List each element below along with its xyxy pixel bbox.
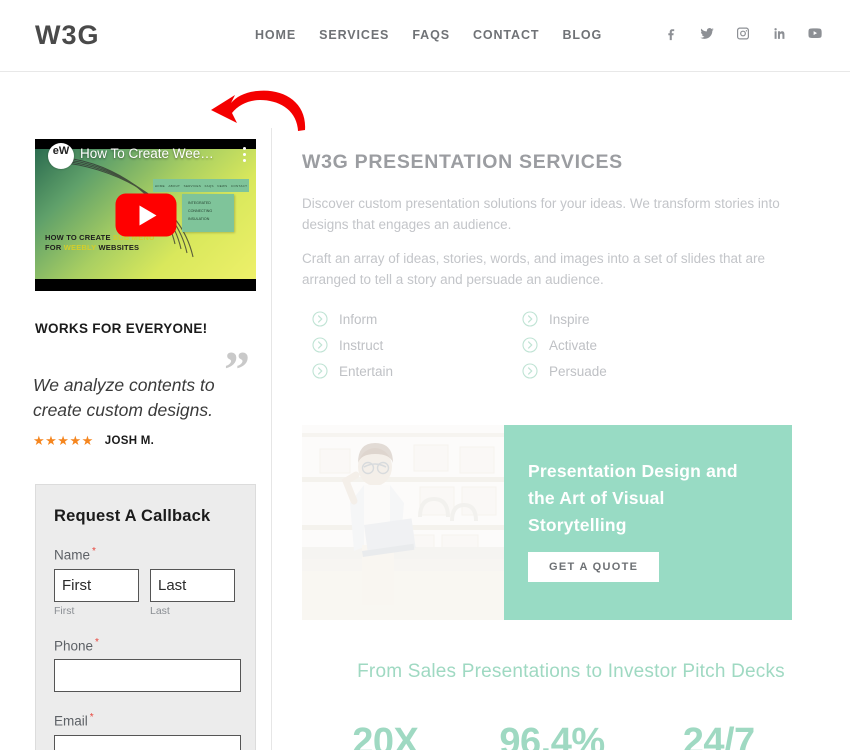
chevron-right-circle-icon [522,363,538,379]
video-mock-navbar: HOME ABOUT SERVICES FAQS NEWS CONTACT [153,179,249,192]
social-links [663,25,823,42]
promo-banner: Presentation Design and the Art of Visua… [302,425,792,620]
sidebar-column: HOME ABOUT SERVICES FAQS NEWS CONTACT INTEGRA… [0,73,271,750]
last-name-group: Last [150,568,235,617]
name-label: Name * [54,546,237,563]
testimonial-heading: WORKS FOR EVERYONE! [35,321,208,336]
intro-paragraph-2: Craft an array of ideas, stories, words,… [302,251,765,287]
channel-avatar[interactable]: eW [48,143,74,169]
promo-photo-illustration [302,425,504,620]
instagram-icon[interactable] [735,25,751,42]
video-caption-highlight-2: WEEBLY [63,243,97,252]
promo-green-panel: Presentation Design and the Art of Visua… [504,425,792,620]
main-navigation: HOME SERVICES FAQS CONTACT BLOG [255,28,602,42]
nav-item-blog[interactable]: BLOG [562,28,602,42]
last-name-sublabel: Last [150,604,170,617]
first-name-group: First [54,568,139,617]
star-rating-icon: ★★★★★ [33,433,94,448]
page-title: W3G PRESENTATION SERVICES [302,151,623,173]
twitter-icon[interactable] [699,25,715,42]
name-field-row: First Last [54,568,237,617]
from-sales-heading: From Sales Presentations to Investor Pit… [357,661,785,682]
video-title[interactable]: How To Create Wee… [80,146,214,161]
feature-label: Persuade [549,363,607,379]
feature-label: Inspire [549,311,590,327]
feature-item-instruct[interactable]: Instruct [312,332,522,358]
feature-label: Instruct [339,337,384,353]
feature-item-inform[interactable]: Inform [312,306,522,332]
intro-paragraph-1: Discover custom presentation solutions f… [302,196,780,232]
column-divider [271,128,272,750]
feature-col-left-2: Instruct [312,332,522,358]
name-label-text: Name [54,547,91,563]
email-input[interactable] [54,734,241,750]
facebook-icon[interactable] [663,25,679,42]
video-caption-pre2: FOR [45,243,64,252]
feature-item-activate[interactable]: Activate [522,332,732,358]
feature-col-left-3: Entertain [312,358,522,384]
stats-row: 20X 96.4% 24/7 [302,721,802,750]
nav-item-contact[interactable]: CONTACT [473,28,539,42]
chevron-right-circle-icon [312,337,328,353]
promo-heading: Presentation Design and the Art of Visua… [528,461,738,535]
feature-item-persuade[interactable]: Persuade [522,358,732,384]
required-asterisk: * [89,712,94,723]
required-asterisk: * [95,636,99,648]
feature-row-2: Instruct Activate [312,332,732,358]
kebab-menu-icon[interactable] [243,147,246,165]
video-caption-post: WEBSITES [96,243,140,252]
feature-label: Inform [339,311,378,327]
phone-label: Phone * [54,637,237,654]
form-title: Request A Callback [54,507,211,525]
stat-value-1: 20X [352,721,419,750]
phone-input[interactable] [54,659,241,692]
feature-col-right-3: Persuade [522,358,732,384]
feature-label: Activate [549,337,598,353]
play-button-icon[interactable] [115,193,176,237]
first-name-sublabel: First [54,604,75,617]
email-label: Email * [54,712,237,729]
chevron-right-circle-icon [312,363,328,379]
feature-item-entertain[interactable]: Entertain [312,358,522,384]
testimonial-quote: We analyze contents to create custom des… [33,375,215,420]
required-asterisk: * [92,546,96,557]
stat-value-3: 24/7 [682,721,755,750]
request-callback-form: Request A Callback Name* First Last Phon… [35,484,256,750]
feature-row-3: Entertain Persuade [312,358,732,384]
get-a-quote-button[interactable]: GET A QUOTE [528,552,660,582]
feature-col-right-2: Activate [522,332,732,358]
chevron-right-circle-icon [522,337,538,353]
first-name-input[interactable] [54,568,139,602]
phone-label-text: Phone [54,638,94,653]
feature-label: Entertain [339,363,394,379]
video-caption-pre: HOW TO CREATE [45,233,113,242]
video-mock-dropdown: INTEGRATED CONNECTING INSULATION [182,194,234,232]
stat-value-2: 96.4% [499,721,605,750]
feature-list: Inform Inspire Instruct Activate Enterta… [312,306,732,384]
youtube-icon[interactable] [807,25,823,42]
woman-with-laptop-photo [302,425,504,620]
nav-item-home[interactable]: HOME [255,28,296,42]
email-label-text: Email [54,713,88,729]
nav-item-faqs[interactable]: FAQS [412,28,450,42]
last-name-input[interactable] [150,568,235,602]
chevron-right-circle-icon [312,311,328,327]
feature-item-inspire[interactable]: Inspire [522,306,732,332]
linkedin-icon[interactable] [771,25,787,42]
site-logo[interactable]: W3G [35,20,100,51]
page-root: W3G HOME SERVICES FAQS CONTACT BLOG HOME… [0,0,850,750]
site-header: W3G HOME SERVICES FAQS CONTACT BLOG [0,0,850,72]
feature-col-right-1: Inspire [522,306,732,332]
chevron-right-circle-icon [522,311,538,327]
nav-item-services[interactable]: SERVICES [319,28,389,42]
feature-col-left-1: Inform [312,306,522,332]
feature-row-1: Inform Inspire [312,306,732,332]
testimonial-rating-row: ★★★★★ JOSH M. [33,433,154,449]
testimonial-author: JOSH M. [104,435,155,447]
video-player-thumbnail[interactable]: HOME ABOUT SERVICES FAQS NEWS CONTACT INTEGRA… [35,139,256,291]
